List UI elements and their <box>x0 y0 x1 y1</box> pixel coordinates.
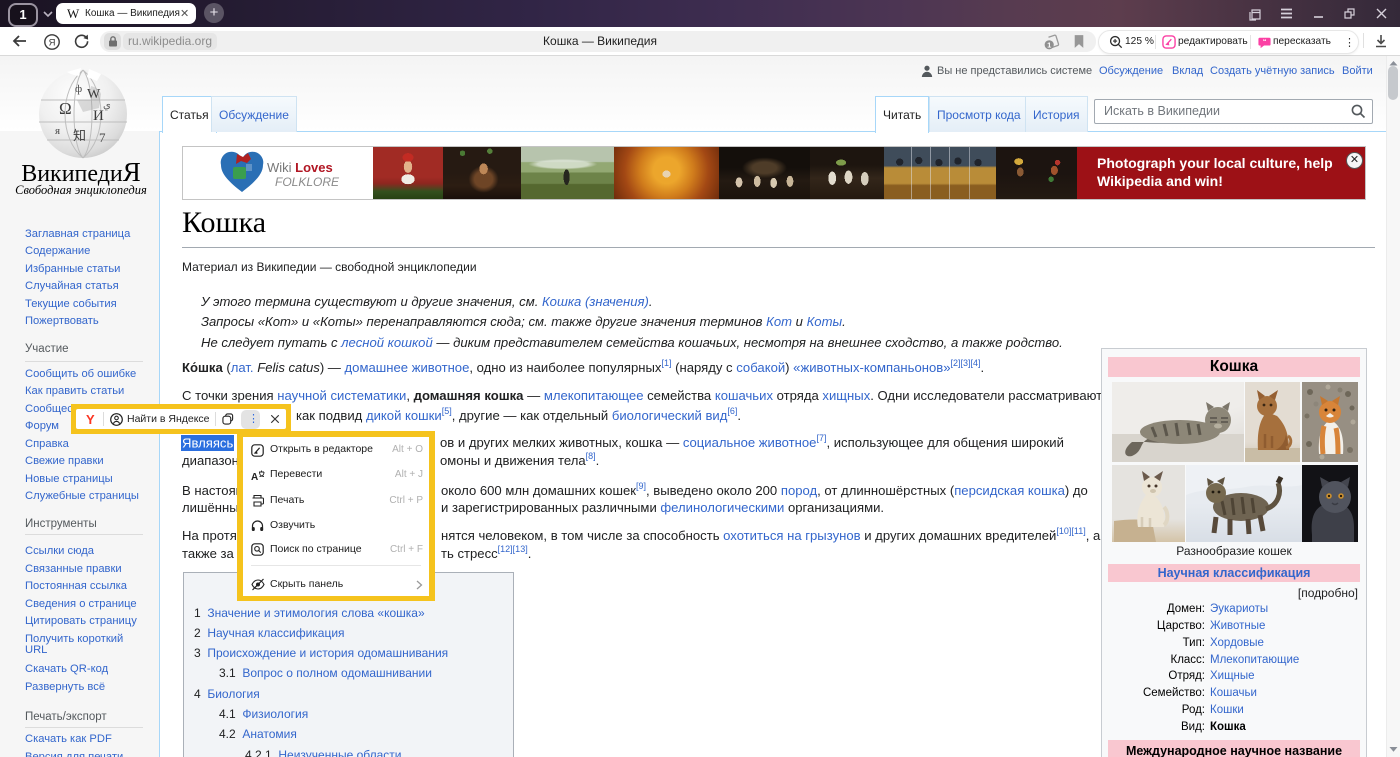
svg-text:ф: ф <box>75 83 82 95</box>
svg-text:7: 7 <box>99 130 106 145</box>
svg-text:W: W <box>87 87 101 102</box>
svg-text:“: “ <box>1263 39 1266 46</box>
svg-text:1: 1 <box>1047 41 1051 50</box>
svg-text:Ω: Ω <box>59 99 72 118</box>
svg-text:ي: ي <box>103 100 111 111</box>
svg-text:知: 知 <box>73 128 86 143</box>
svg-text:Я: Я <box>49 38 56 49</box>
svg-text:я: я <box>55 125 60 137</box>
